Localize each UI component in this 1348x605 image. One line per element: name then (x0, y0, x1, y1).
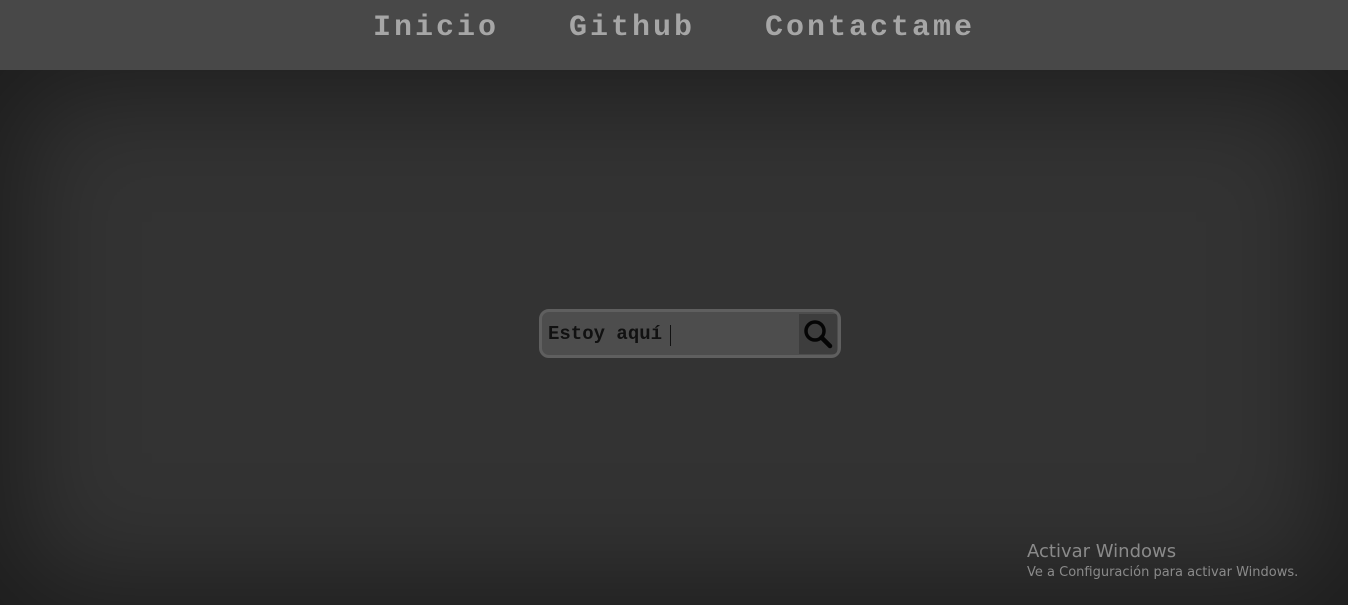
nav-link-contactame[interactable]: Contactame (765, 11, 975, 45)
text-cursor (670, 325, 671, 346)
top-navbar: Inicio Github Contactame (0, 0, 1348, 70)
nav-link-github[interactable]: Github (569, 11, 695, 45)
nav-links: Inicio Github Contactame (373, 11, 975, 45)
page: Inicio Github Contactame Activar Windows… (0, 0, 1348, 605)
search-icon (804, 319, 833, 348)
watermark-title: Activar Windows (1027, 541, 1177, 562)
windows-activation-watermark: Activar Windows Ve a Configuración para … (1027, 541, 1298, 583)
watermark-subtitle: Ve a Configuración para activar Windows. (1027, 565, 1299, 580)
search-button[interactable] (799, 313, 837, 354)
nav-link-inicio[interactable]: Inicio (373, 11, 499, 45)
search-box (539, 309, 841, 358)
